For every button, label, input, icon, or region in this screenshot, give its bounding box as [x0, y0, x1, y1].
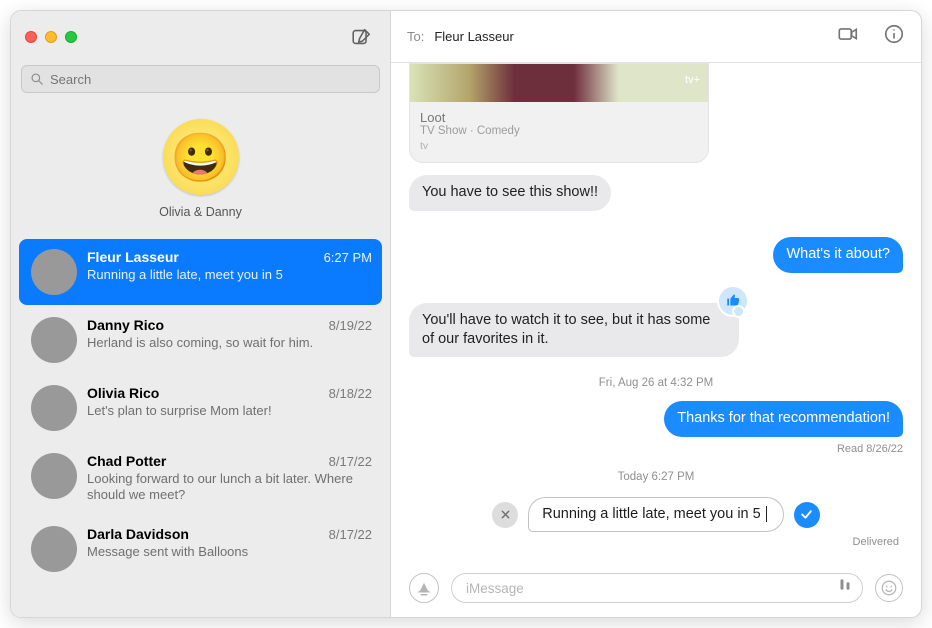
window-controls	[25, 31, 77, 43]
conversation-name: Chad Potter	[87, 453, 166, 469]
avatar	[31, 317, 77, 363]
close-window-button[interactable]	[25, 31, 37, 43]
pinned-name: Olivia & Danny	[159, 205, 242, 219]
app-store-icon	[415, 579, 433, 597]
pinned-avatar: 😀	[163, 119, 239, 195]
input-bar: iMessage	[391, 569, 921, 617]
message-incoming[interactable]: You have to see this show!!	[409, 175, 611, 211]
conversation-name: Darla Davidson	[87, 526, 189, 542]
link-preview-title: Loot	[420, 110, 698, 125]
facetime-button[interactable]	[837, 23, 859, 50]
avatar	[31, 526, 77, 572]
message-outgoing[interactable]: What's it about?	[773, 237, 903, 273]
message-incoming-pending[interactable]: Running a little late, meet you in 5	[528, 497, 783, 532]
maximize-window-button[interactable]	[65, 31, 77, 43]
conversation-preview: Looking forward to our lunch a bit later…	[87, 471, 372, 504]
sidebar: 😀 Olivia & Danny Fleur Lasseur 6:27 PM R…	[11, 11, 391, 617]
conversation-time: 6:27 PM	[324, 250, 372, 265]
conversation-item[interactable]: Chad Potter 8/17/22 Looking forward to o…	[19, 443, 382, 514]
conversation-name: Olivia Rico	[87, 385, 159, 401]
conversation-item[interactable]: Darla Davidson 8/17/22 Message sent with…	[19, 516, 382, 582]
titlebar	[11, 11, 390, 63]
link-preview-image: tv+	[410, 64, 708, 102]
info-icon	[883, 23, 905, 45]
conversation-name: Danny Rico	[87, 317, 164, 333]
conversation-time: 8/18/22	[329, 386, 372, 401]
thumbs-up-icon	[726, 293, 741, 308]
video-icon	[837, 23, 859, 45]
details-button[interactable]	[883, 23, 905, 50]
close-icon	[500, 509, 511, 520]
link-preview-source: tv	[420, 140, 698, 152]
search-wrap	[11, 63, 390, 103]
pinned-conversation[interactable]: 😀 Olivia & Danny	[11, 103, 390, 237]
compose-button[interactable]	[346, 24, 376, 50]
messages-window: 😀 Olivia & Danny Fleur Lasseur 6:27 PM R…	[10, 10, 922, 618]
conversation-time: 8/17/22	[329, 527, 372, 542]
conversation-preview: Message sent with Balloons	[87, 544, 372, 560]
conversation-pane: To: Fleur Lasseur tv+ Loot TV Show · Com…	[391, 11, 921, 617]
search-field[interactable]	[21, 65, 380, 93]
conversation-item[interactable]: Fleur Lasseur 6:27 PM Running a little l…	[19, 239, 382, 305]
conversation-time: 8/19/22	[329, 318, 372, 333]
delivered-status: Delivered	[409, 536, 899, 548]
link-preview-subtitle: TV Show · Comedy	[420, 125, 698, 137]
link-preview-card[interactable]: tv+ Loot TV Show · Comedy tv	[409, 63, 709, 163]
apple-tv-badge: tv+	[685, 74, 700, 86]
to-name: Fleur Lasseur	[434, 29, 827, 44]
conversation-preview: Let's plan to surprise Mom later!	[87, 403, 372, 419]
conversation-header: To: Fleur Lasseur	[391, 11, 921, 63]
minimize-window-button[interactable]	[45, 31, 57, 43]
conversation-item[interactable]: Danny Rico 8/19/22 Herland is also comin…	[19, 307, 382, 373]
conversation-preview: Running a little late, meet you in 5	[87, 267, 372, 283]
conversation-name: Fleur Lasseur	[87, 249, 179, 265]
apps-button[interactable]	[409, 573, 439, 603]
avatar	[31, 385, 77, 431]
timestamp: Today 6:27 PM	[409, 471, 903, 483]
message-field[interactable]: iMessage	[451, 573, 863, 603]
message-thread[interactable]: tv+ Loot TV Show · Comedy tv You have to…	[391, 63, 921, 569]
conversation-preview: Herland is also coming, so wait for him.	[87, 335, 372, 351]
to-label: To:	[407, 29, 424, 44]
message-incoming[interactable]: You'll have to watch it to see, but it h…	[409, 303, 739, 358]
dictate-button[interactable]	[836, 577, 854, 600]
conversation-time: 8/17/22	[329, 454, 372, 469]
conversation-list[interactable]: Fleur Lasseur 6:27 PM Running a little l…	[11, 237, 390, 617]
message-outgoing[interactable]: Thanks for that recommendation!	[664, 401, 903, 437]
avatar	[31, 453, 77, 499]
conversation-item[interactable]: Olivia Rico 8/18/22 Let's plan to surpri…	[19, 375, 382, 441]
timestamp: Fri, Aug 26 at 4:32 PM	[409, 377, 903, 389]
smiley-icon	[880, 579, 898, 597]
accept-suggestion-button[interactable]	[794, 502, 820, 528]
avatar	[31, 249, 77, 295]
search-input[interactable]	[50, 72, 371, 87]
compose-icon	[350, 26, 372, 48]
emoji-button[interactable]	[875, 574, 903, 602]
microphone-icon	[836, 577, 854, 595]
search-icon	[30, 72, 44, 86]
tapback-like[interactable]	[717, 285, 749, 317]
message-placeholder: iMessage	[466, 581, 828, 596]
check-icon	[800, 508, 813, 521]
read-receipt: Read 8/26/22	[837, 443, 903, 455]
dismiss-suggestion-button[interactable]	[492, 502, 518, 528]
pinned-emoji-icon: 😀	[171, 129, 231, 186]
